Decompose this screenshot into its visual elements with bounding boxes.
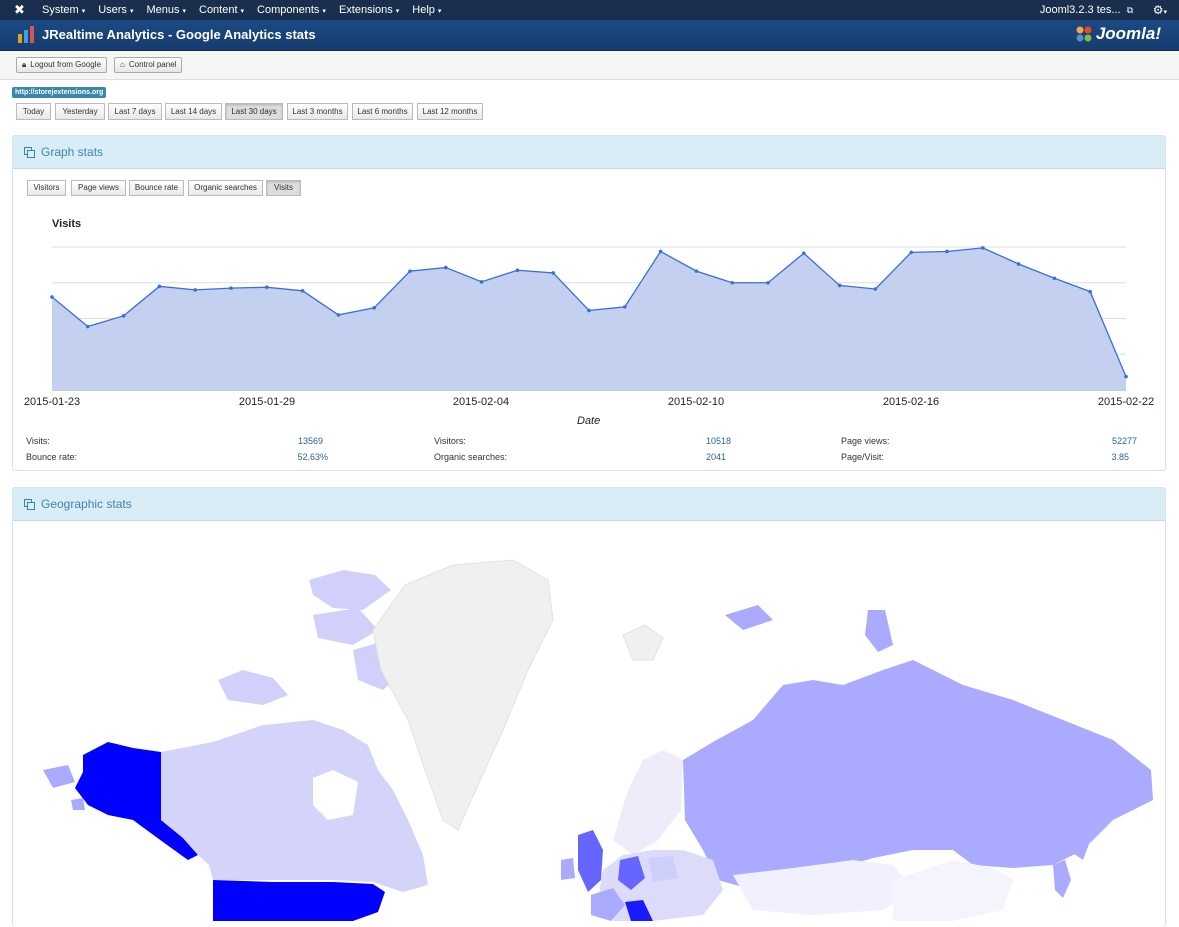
geo-stats-header: Geographic stats [13, 488, 1165, 521]
stat-bounce-label: Bounce rate: [26, 452, 78, 462]
metric-visitors[interactable]: Visitors [27, 180, 66, 196]
menu-extensions[interactable]: Extensions ▾ [339, 0, 399, 20]
copy-icon [24, 147, 35, 158]
range-last-7-days[interactable]: Last 7 days [108, 103, 162, 120]
map-region-franz-josef[interactable] [725, 605, 773, 630]
metric-organic-searches[interactable]: Organic searches [188, 180, 263, 196]
metric-page-views[interactable]: Page views [71, 180, 126, 196]
stat-pageviews-value: 52277 [1111, 436, 1137, 446]
menu-system[interactable]: System ▾ [42, 0, 85, 20]
stat-organic-value: 2041 [705, 452, 726, 462]
x-tick-label: 2015-02-10 [667, 396, 725, 408]
range-last-3-months[interactable]: Last 3 months [287, 103, 348, 120]
range-last-12-months[interactable]: Last 12 months [417, 103, 483, 120]
map-region-canada-arctic[interactable] [218, 670, 288, 705]
map-region-canada-arctic[interactable] [313, 608, 378, 645]
page-header: JRealtime Analytics - Google Analytics s… [0, 20, 1179, 51]
menu-menus[interactable]: Menus ▾ [146, 0, 186, 20]
x-axis-label: Date [577, 415, 601, 427]
site-link[interactable]: Jooml3.2.3 tes... ⧉ [1040, 0, 1133, 20]
stat-bounce-value: 52.63% [297, 452, 328, 462]
x-tick-label: 2015-01-29 [238, 396, 296, 408]
external-link-icon: ⧉ [1126, 5, 1133, 15]
range-last-6-months[interactable]: Last 6 months [352, 103, 413, 120]
menu-users[interactable]: Users ▾ [98, 0, 133, 20]
metric-visits[interactable]: Visits [266, 180, 301, 196]
map-region-china[interactable] [893, 860, 1013, 921]
metric-bounce-rate[interactable]: Bounce rate [129, 180, 184, 196]
range-last-14-days[interactable]: Last 14 days [165, 103, 222, 120]
stat-visits-label: Visits: [26, 436, 50, 446]
menu-components[interactable]: Components ▾ [257, 0, 326, 20]
map-region-ireland[interactable] [561, 858, 575, 880]
map-region-alaska-islands[interactable] [71, 798, 85, 810]
range-yesterday[interactable]: Yesterday [55, 103, 105, 120]
stat-visits-value: 13569 [297, 436, 323, 446]
graph-stats-header: Graph stats [13, 136, 1165, 169]
map-region-usa[interactable] [213, 880, 385, 921]
main-menu: System ▾ Users ▾ Menus ▾ Content ▾ Component… [42, 0, 441, 20]
site-badge: http://storejextensions.org [12, 87, 107, 98]
joomla-logo-icon[interactable]: ✖ [14, 3, 28, 17]
range-last-30-days[interactable]: Last 30 days [225, 103, 283, 120]
stat-pageviews-label: Page views: [841, 436, 890, 446]
home-icon: ⌂ [120, 60, 125, 69]
x-tick-label: 2015-01-23 [23, 396, 81, 408]
lock-icon: 🔒︎ [22, 60, 27, 69]
range-today[interactable]: Today [16, 103, 51, 120]
map-region-uk[interactable] [578, 830, 603, 892]
map-region-svalbard[interactable] [622, 624, 664, 661]
control-panel-button[interactable]: ⌂ Control panel [114, 57, 183, 73]
chart-title: Visits [52, 218, 82, 230]
joomla-brand-icon [1076, 26, 1092, 42]
stat-organic-label: Organic searches: [434, 452, 508, 462]
map-region-greenland[interactable] [372, 559, 554, 831]
stat-pagevisit-label: Page/Visit: [841, 452, 884, 462]
world-map[interactable] [13, 520, 1165, 921]
map-region-scandinavia[interactable] [613, 750, 683, 855]
map-region-canada-arctic[interactable] [309, 570, 391, 610]
map-region-canada[interactable] [161, 720, 428, 892]
stat-pagevisit-value: 3.85 [1111, 452, 1129, 462]
logout-button[interactable]: 🔒︎ Logout from Google [16, 57, 107, 73]
x-tick-label: 2015-02-04 [452, 396, 510, 408]
page-title: JRealtime Analytics - Google Analytics s… [42, 27, 316, 42]
map-region-new-siberia[interactable] [865, 610, 893, 652]
copy-icon [24, 499, 35, 510]
analytics-logo-icon [18, 26, 34, 43]
menu-content[interactable]: Content ▾ [199, 0, 244, 20]
map-region-poland[interactable] [648, 856, 678, 882]
top-navbar: ✖ System ▾ Users ▾ Menus ▾ Content ▾ Compone… [0, 0, 1179, 20]
toolbar: 🔒︎ Logout from Google ⌂ Control panel [0, 51, 1179, 80]
map-region-japan[interactable] [1053, 860, 1071, 898]
stat-visitors-label: Visitors: [434, 436, 466, 446]
stat-visitors-value: 10518 [705, 436, 731, 446]
x-tick-label: 2015-02-16 [882, 396, 940, 408]
map-region-alaska-islands[interactable] [43, 765, 75, 788]
x-tick-label: 2015-02-22 [1097, 396, 1155, 408]
menu-help[interactable]: Help ▾ [412, 0, 441, 20]
joomla-brand: Joomla! [1075, 24, 1161, 44]
